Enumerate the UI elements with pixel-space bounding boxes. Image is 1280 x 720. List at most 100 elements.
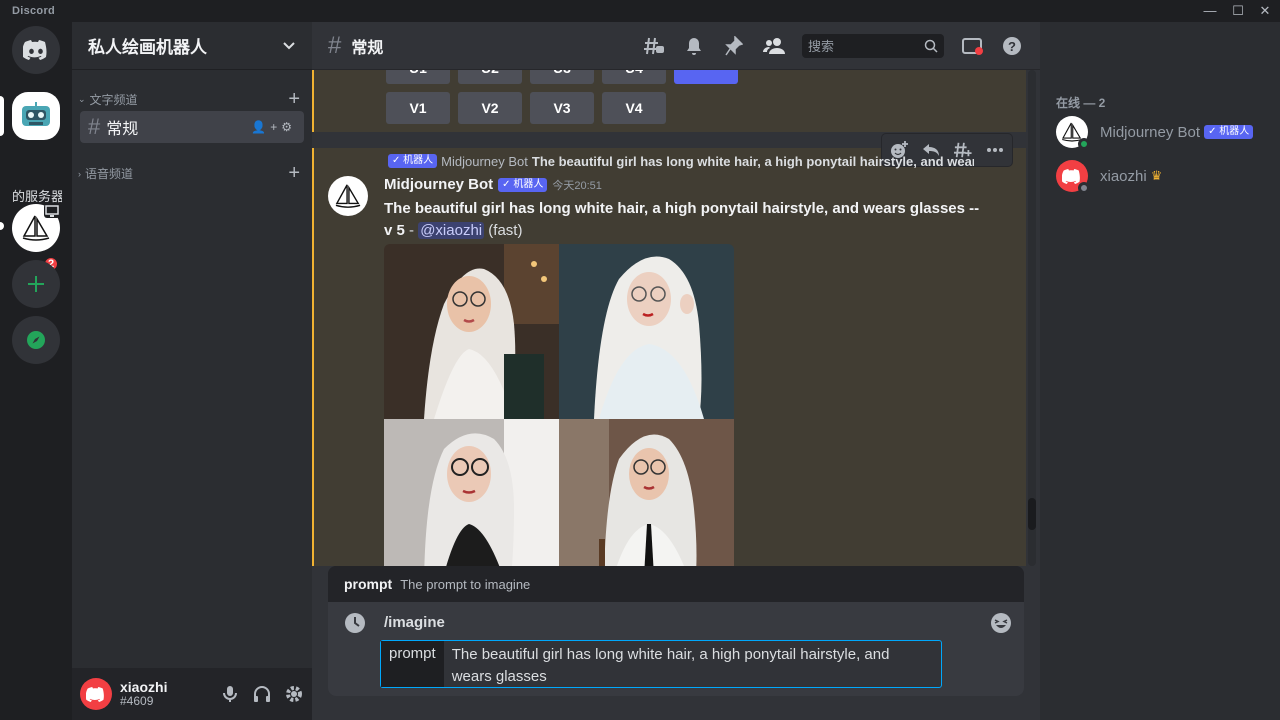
more-options-icon[interactable] bbox=[982, 137, 1008, 163]
members-icon[interactable] bbox=[762, 34, 786, 58]
v4-button[interactable]: V4 bbox=[602, 92, 666, 124]
expand-chevron-icon: › bbox=[78, 168, 81, 179]
channel-header: # 常规 搜索 ? bbox=[312, 22, 1040, 70]
reroll-button[interactable] bbox=[674, 70, 738, 84]
generated-image-2[interactable] bbox=[559, 244, 734, 419]
generated-image-3[interactable] bbox=[384, 419, 559, 566]
chevron-down-icon bbox=[283, 41, 295, 49]
user-mention[interactable]: @xiaozhi bbox=[418, 222, 485, 239]
maximize-icon[interactable]: ☐ bbox=[1229, 2, 1247, 20]
message-content: The beautiful girl has long white hair, … bbox=[384, 198, 984, 242]
avatar[interactable] bbox=[328, 176, 368, 216]
search-icon bbox=[924, 39, 938, 53]
avatar bbox=[1056, 160, 1090, 194]
generated-image-1[interactable] bbox=[384, 244, 559, 419]
server-robot-icon[interactable] bbox=[12, 92, 60, 140]
reply-text: The beautiful girl has long white hair, … bbox=[531, 153, 974, 169]
hash-icon: # bbox=[88, 114, 101, 139]
unread-pill bbox=[0, 222, 4, 230]
category-label: 语音频道 bbox=[85, 167, 134, 181]
microphone-icon[interactable] bbox=[220, 684, 240, 704]
channel-sidebar: 私人绘画机器人 ⌄ 文字频道 + # 常规 👤+⚙ › 语音频道 + xiaoz… bbox=[72, 22, 312, 720]
help-icon[interactable]: ? bbox=[1000, 34, 1024, 58]
close-icon[interactable]: ✕ bbox=[1256, 2, 1274, 20]
separator: - bbox=[404, 222, 419, 239]
image-grid[interactable] bbox=[384, 244, 734, 566]
reply-reference[interactable]: ✓ 机器人 Midjourney Bot The beautiful girl … bbox=[384, 153, 974, 169]
app-name: Discord bbox=[12, 5, 56, 17]
bot-badge: ✓ 机器人 bbox=[1204, 125, 1254, 139]
prompt-field-label: prompt bbox=[381, 641, 444, 687]
screen-icon bbox=[44, 204, 60, 218]
text-channel-category[interactable]: ⌄ 文字频道 + bbox=[78, 88, 300, 111]
gear-icon[interactable]: ⚙ bbox=[281, 120, 296, 134]
command-input-row: /imagine prompt The beautiful girl has l… bbox=[328, 602, 1024, 696]
server-header[interactable]: 私人绘画机器人 bbox=[72, 22, 312, 70]
pin-icon[interactable] bbox=[722, 34, 746, 58]
speed-label: (fast) bbox=[488, 222, 523, 239]
v1-button[interactable]: V1 bbox=[386, 92, 450, 124]
svg-text:?: ? bbox=[1008, 39, 1016, 54]
u1-button[interactable]: U1 bbox=[386, 70, 450, 84]
headphones-icon[interactable] bbox=[252, 684, 272, 704]
voice-channel-category[interactable]: › 语音频道 + bbox=[78, 162, 300, 185]
option-description: The prompt to imagine bbox=[400, 576, 531, 592]
member-name: xiaozhi bbox=[1100, 167, 1147, 185]
u2-button[interactable]: U2 bbox=[458, 70, 522, 84]
bot-badge: ✓ 机器人 bbox=[388, 154, 438, 168]
message-timestamp: 今天20:51 bbox=[552, 179, 602, 192]
minimize-icon[interactable]: — bbox=[1201, 2, 1219, 20]
username: xiaozhi bbox=[120, 679, 168, 695]
invite-icon[interactable]: 👤+ bbox=[251, 120, 281, 134]
bell-icon[interactable] bbox=[682, 34, 706, 58]
scrollbar-thumb[interactable] bbox=[1028, 498, 1036, 530]
category-label: 文字频道 bbox=[89, 93, 138, 107]
member-list: 在线 — 2 Midjourney Bot ✓ 机器人 xiaozhi ♛ bbox=[1040, 22, 1280, 720]
search-input[interactable]: 搜索 bbox=[802, 33, 944, 58]
hash-icon: # bbox=[328, 31, 342, 59]
v2-button[interactable]: V2 bbox=[458, 92, 522, 124]
prompt-field[interactable]: prompt The beautiful girl has long white… bbox=[380, 640, 942, 688]
crown-icon: ♛ bbox=[1150, 168, 1163, 183]
add-server-icon[interactable] bbox=[12, 260, 60, 308]
scrollbar-track[interactable] bbox=[1028, 70, 1036, 566]
explore-compass-icon[interactable] bbox=[12, 316, 60, 364]
avatar[interactable] bbox=[80, 678, 112, 710]
option-name: prompt bbox=[344, 576, 393, 592]
v3-button[interactable]: V3 bbox=[530, 92, 594, 124]
discord-home-icon[interactable] bbox=[12, 26, 60, 74]
online-status-icon bbox=[1078, 138, 1090, 150]
collapse-chevron-icon: ⌄ bbox=[78, 94, 86, 104]
channel-item-general[interactable]: # 常规 👤+⚙ bbox=[80, 111, 304, 143]
bot-badge: ✓ 机器人 bbox=[498, 177, 548, 192]
message-author[interactable]: Midjourney Bot bbox=[384, 176, 493, 193]
member-item-xiaozhi[interactable]: xiaozhi ♛ bbox=[1056, 160, 1163, 194]
online-heading: 在线 — 2 bbox=[1056, 96, 1106, 110]
u3-button[interactable]: U3 bbox=[530, 70, 594, 84]
clock-icon bbox=[345, 613, 365, 633]
previous-message: U1 U2 U3 U4 V1 V2 V3 V4 bbox=[312, 70, 1026, 132]
member-name: Midjourney Bot bbox=[1100, 123, 1201, 141]
message-list: U1 U2 U3 U4 V1 V2 V3 V4 ✓ 机器人 Midjourney… bbox=[312, 70, 1026, 566]
user-tag: #4609 bbox=[120, 694, 154, 708]
threads-icon[interactable] bbox=[642, 34, 666, 58]
create-channel-icon[interactable]: + bbox=[288, 162, 300, 185]
selected-pill bbox=[0, 96, 4, 136]
generated-image-4[interactable] bbox=[559, 419, 734, 566]
settings-gear-icon[interactable] bbox=[284, 684, 304, 704]
member-item-midjourney[interactable]: Midjourney Bot ✓ 机器人 bbox=[1056, 116, 1254, 150]
server-name: 私人绘画机器人 bbox=[88, 38, 207, 57]
chat-main: # 常规 搜索 ? U1 U2 U3 U4 V1 V2 V3 V4 bbox=[312, 22, 1040, 720]
slash-command-composer: prompt The prompt to imagine /imagine pr… bbox=[328, 566, 1024, 696]
inbox-icon[interactable] bbox=[960, 34, 984, 58]
avatar bbox=[1056, 116, 1090, 150]
u4-button[interactable]: U4 bbox=[602, 70, 666, 84]
emoji-icon[interactable] bbox=[990, 612, 1012, 634]
search-placeholder: 搜索 bbox=[808, 39, 835, 54]
command-option-hint[interactable]: prompt The prompt to imagine bbox=[328, 566, 1024, 602]
prompt-input[interactable]: The beautiful girl has long white hair, … bbox=[444, 641, 941, 687]
server-list: 的服务器 2 bbox=[0, 22, 72, 720]
offline-status-icon bbox=[1078, 182, 1090, 194]
create-channel-icon[interactable]: + bbox=[288, 88, 300, 111]
server-name-partial[interactable]: 的服务器 bbox=[12, 186, 62, 205]
